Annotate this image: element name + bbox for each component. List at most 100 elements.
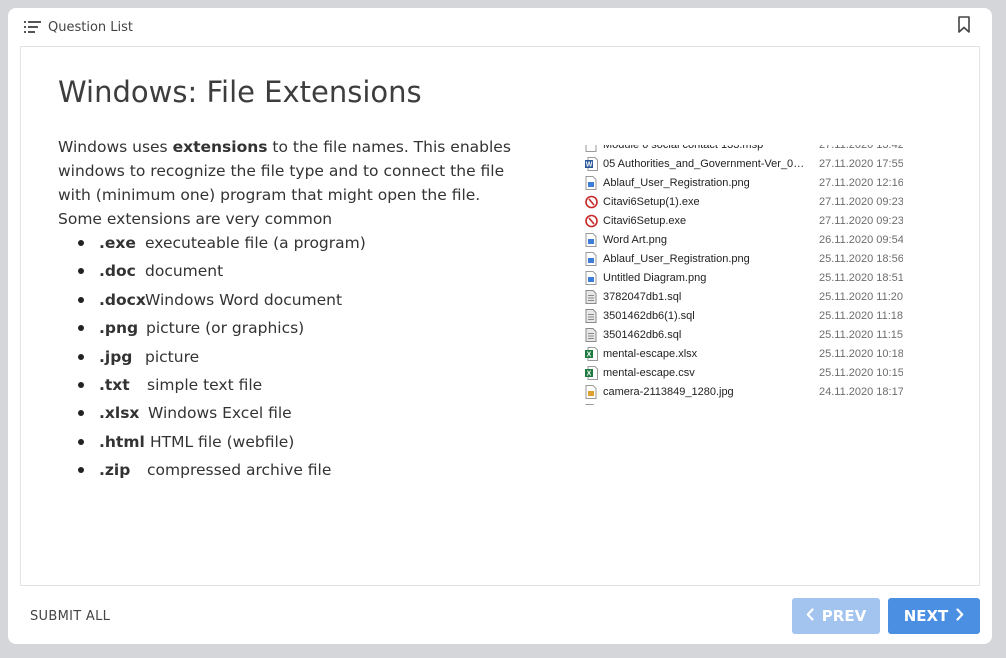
question-list-label: Question List	[48, 20, 134, 35]
extension-name: .txt	[99, 375, 130, 394]
extension-name: .html	[99, 432, 145, 451]
file-date: 26.11.2020 09:54	[819, 234, 903, 246]
image-file-icon	[585, 176, 598, 190]
file-date: 27.11.2020 13:42	[819, 145, 903, 151]
extension-name: .docx	[99, 290, 146, 309]
svg-text:W: W	[586, 162, 593, 169]
extension-name: .xlsx	[99, 404, 140, 423]
extension-description: document	[145, 262, 224, 281]
list-item: .docxWindows Word document	[58, 288, 538, 316]
file-name: Untitled Diagram.png	[603, 272, 707, 284]
intro-line-2: Some extensions are very common	[58, 210, 333, 228]
file-name: 3782047db1.sql	[603, 291, 682, 303]
file-row: Citavi6Setup(1).exe 27.11.2020 09:23	[573, 193, 903, 212]
extension-description: compressed archive file	[147, 461, 332, 480]
file-row: W 05 Authorities_and_Government-Ver_02.d.…	[573, 155, 903, 174]
file-row: Xmental-escape.xlsx 25.11.2020 10:18	[573, 345, 903, 364]
image-file-icon	[585, 233, 598, 247]
file-date: 25.11.2020 10:15	[819, 367, 903, 379]
quiz-window: Question List Windows: File Extensions W…	[8, 8, 992, 644]
list-item: .doc document	[58, 259, 538, 287]
svg-text:X: X	[587, 371, 592, 378]
bookmark-icon	[958, 16, 970, 37]
footer-bar: SUBMIT ALL PREV NEXT	[8, 594, 992, 644]
file-date: 25.11.2020 10:18	[819, 348, 903, 360]
file-date: 24.11.2020 18:17	[819, 386, 903, 398]
image-file-icon	[585, 271, 598, 285]
list-item: .png picture (or graphics)	[58, 316, 538, 344]
chevron-left-icon	[806, 607, 814, 625]
sql-file-icon	[585, 328, 598, 342]
extension-name: .jpg	[99, 347, 133, 366]
page-title: Windows: File Extensions	[58, 75, 422, 109]
sql-file-icon	[585, 309, 598, 323]
word-file-icon: W	[585, 157, 598, 171]
list-item: .txt simple text file	[58, 373, 538, 401]
extension-description: picture (or graphics)	[146, 319, 305, 338]
sql-file-icon	[585, 290, 598, 304]
file-row: Certificate.pdf24.11.2020 16:08	[573, 402, 903, 405]
bookmark-button[interactable]	[958, 16, 970, 37]
file-row: 3782047db1.sql 25.11.2020 11:20	[573, 288, 903, 307]
top-bar: Question List	[8, 8, 992, 46]
file-row: 3501462db6.sql 25.11.2020 11:15	[573, 326, 903, 345]
prev-label: PREV	[821, 607, 867, 625]
file-row: 3501462db6(1).sql 25.11.2020 11:18	[573, 307, 903, 326]
next-button[interactable]: NEXT	[888, 598, 980, 634]
file-explorer-screenshot: Module 6 social contact 133.msp 27.11.202…	[573, 145, 903, 405]
extension-name: .zip	[99, 461, 131, 480]
file-date: 27.11.2020 12:16	[819, 177, 903, 189]
extension-name: .exe	[99, 234, 136, 252]
file-name: mental-escape.csv	[603, 367, 695, 379]
file-date: 27.11.2020 09:23	[819, 196, 903, 208]
extension-description: simple text file	[147, 375, 263, 394]
svg-text:X: X	[587, 352, 592, 359]
file-date: 25.11.2020 11:20	[819, 291, 903, 303]
extension-description: picture	[145, 347, 200, 366]
intro-text: Windows uses	[58, 138, 173, 156]
extension-description: Windows Word document	[145, 290, 343, 309]
prev-button[interactable]: PREV	[792, 598, 880, 634]
extension-description: Windows Excel file	[148, 404, 292, 423]
file-name: mental-escape.xlsx	[603, 348, 698, 360]
file-name: 3501462db6(1).sql	[603, 310, 695, 322]
file-date: 25.11.2020 18:51	[819, 272, 903, 284]
file-row: Xmental-escape.csv 25.11.2020 10:15	[573, 364, 903, 383]
file-date: 27.11.2020 17:55	[819, 158, 903, 170]
excel-file-icon: X	[585, 366, 598, 380]
file-name: Ablauf_User_Registration.png	[603, 253, 750, 265]
file-name: Citavi6Setup.exe	[603, 215, 687, 227]
file-name: Module 6 social contact 133.msp	[603, 145, 764, 151]
excel-file-icon: X	[585, 347, 598, 361]
image-file-icon	[585, 252, 598, 266]
file-name: Word Art.png	[603, 234, 667, 246]
jpg-file-icon	[585, 385, 598, 399]
intro-bold-text: extensions	[172, 138, 268, 156]
extension-name: .doc	[99, 262, 136, 281]
file-name: 05 Authorities_and_Government-Ver_02.d..…	[603, 158, 809, 170]
extension-name: .png	[99, 319, 139, 338]
pdf-file-icon	[585, 404, 598, 405]
file-row: camera-2113849_1280.jpg 24.11.2020 18:17	[573, 383, 903, 402]
list-item: .exe executeable file (a program)	[58, 231, 538, 259]
file-date: 25.11.2020 11:18	[819, 310, 903, 322]
file-name: Ablauf_User_Registration.png	[603, 177, 750, 189]
file-date: 27.11.2020 09:23	[819, 215, 903, 227]
extension-description: executeable file (a program)	[145, 234, 366, 252]
submit-all-button[interactable]: SUBMIT ALL	[30, 609, 110, 624]
file-row: Module 6 social contact 133.msp 27.11.202…	[573, 145, 903, 155]
extension-description: HTML file (webfile)	[150, 432, 295, 451]
lesson-text: Windows uses extensions to the file name…	[58, 135, 538, 487]
question-list-button[interactable]: Question List	[24, 18, 133, 37]
chevron-right-icon	[956, 607, 964, 625]
exe-file-icon	[585, 214, 598, 228]
exe-file-icon	[585, 195, 598, 209]
generic-file-icon	[585, 145, 598, 152]
file-name: camera-2113849_1280.jpg	[603, 386, 734, 398]
file-row: Ablauf_User_Registration.png 25.11.2020 1…	[573, 250, 903, 269]
file-date: 25.11.2020 18:56	[819, 253, 903, 265]
next-label: NEXT	[903, 607, 949, 625]
file-name: 3501462db6.sql	[603, 329, 682, 341]
list-item: .zip compressed archive file	[58, 458, 538, 486]
intro-paragraph: Windows uses extensions to the file name…	[58, 135, 538, 207]
